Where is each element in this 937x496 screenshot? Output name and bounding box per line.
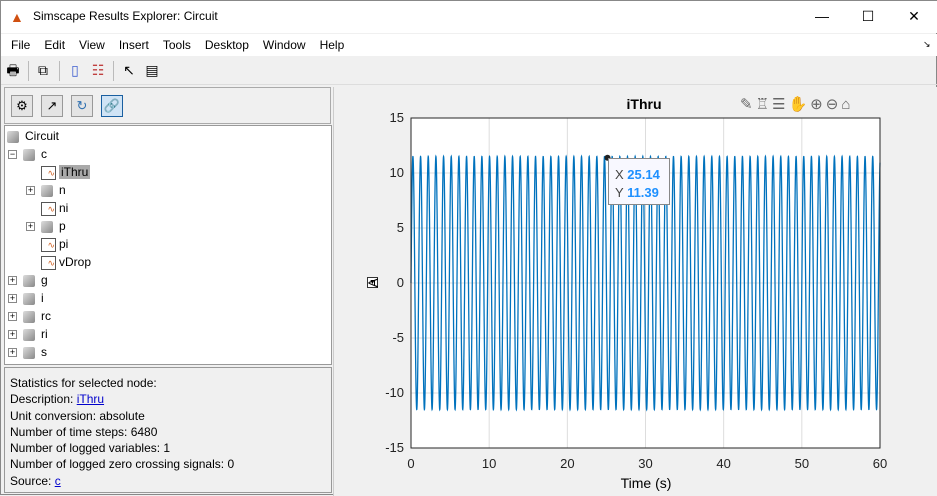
x-tick-label: 30 [638,456,653,471]
plot-svg[interactable] [1,1,937,496]
y-tick-label: 10 [389,165,404,180]
datatip-x-label: X [615,167,624,182]
datatip-y-value: 11.39 [627,185,659,200]
datatip-y-label: Y [615,185,624,200]
y-tick-label: -15 [385,440,404,455]
x-tick-label: 50 [794,456,810,471]
datatip-x-value: 25.14 [627,167,660,182]
datatip[interactable]: X 25.14 Y 11.39 [608,158,670,205]
y-tick-label: -5 [392,330,404,345]
y-tick-label: 15 [389,110,404,125]
x-axis-label: Time (s) [620,475,672,491]
x-tick-label: 60 [872,456,888,471]
x-tick-label: 20 [560,456,575,471]
y-tick-label: 5 [396,220,404,235]
x-tick-label: 40 [716,456,731,471]
y-tick-label: 0 [396,275,404,290]
x-tick-label: 0 [407,456,415,471]
x-tick-label: 10 [481,456,497,471]
y-tick-label: -10 [385,385,404,400]
